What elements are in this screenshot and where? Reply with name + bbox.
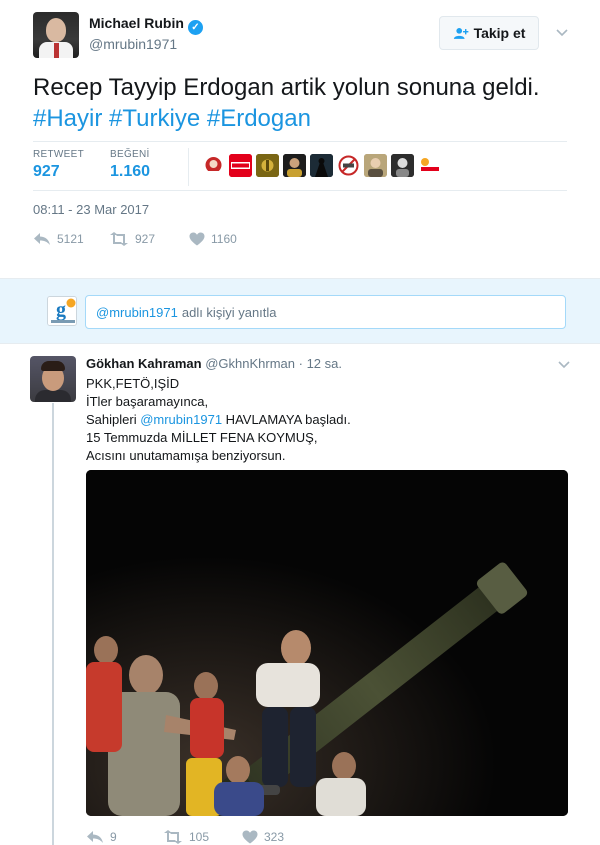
liker-avatar[interactable] <box>391 154 414 177</box>
divider <box>188 148 189 186</box>
reply-line: PKK,FETÖ,IŞİD <box>86 376 180 391</box>
like-stat-label: BEĞENİ <box>110 149 150 160</box>
like-button[interactable]: 323 <box>242 830 284 844</box>
avatar[interactable] <box>30 356 76 402</box>
liker-avatar[interactable] <box>283 154 306 177</box>
chevron-down-icon[interactable] <box>556 26 568 38</box>
reply-actions: 9 105 323 <box>86 830 386 845</box>
liker-avatar[interactable] <box>418 154 441 177</box>
reply-author-name[interactable]: Gökhan Kahraman <box>86 356 202 371</box>
retweet-stat-value: 927 <box>33 163 60 180</box>
liker-avatar[interactable] <box>337 154 360 177</box>
reply-icon <box>34 233 50 245</box>
heart-icon <box>242 830 258 844</box>
svg-text:g: g <box>56 299 66 321</box>
liker-avatar[interactable] <box>202 154 225 177</box>
retweet-count: 927 <box>135 232 156 246</box>
liker-avatar[interactable] <box>256 154 279 177</box>
author-name-row[interactable]: Michael Rubin ✓ <box>89 15 203 35</box>
tweet-stats: RETWEET 927 BEĞENİ 1.160 <box>33 141 567 191</box>
follow-button[interactable]: Takip et <box>439 16 539 50</box>
retweet-button[interactable]: 105 <box>163 830 209 844</box>
reply-line: 15 Temmuzda MİLLET FENA KOYMUŞ, <box>86 430 318 445</box>
liker-avatar[interactable] <box>310 154 333 177</box>
like-button[interactable]: 1160 <box>189 232 237 246</box>
reply-button[interactable]: 9 <box>86 830 117 844</box>
reply-compose-bar: g @mrubin1971 adlı kişiyi yanıtla <box>0 278 600 344</box>
reply-text: PKK,FETÖ,IŞİD İTler başaramayınca, Sahip… <box>86 375 556 465</box>
attached-photo[interactable] <box>86 470 568 816</box>
hashtag-link[interactable]: #Erdogan <box>207 105 311 132</box>
reply-header: Gökhan Kahraman @GkhnKhrman · 12 sa. <box>86 356 342 371</box>
reply-time[interactable]: · 12 sa. <box>299 356 342 371</box>
follow-button-label: Takip et <box>473 25 526 41</box>
reply-line: İTler başaramayınca, <box>86 394 209 409</box>
reply-line-part: HAVLAMAYA başladı. <box>222 412 351 427</box>
hashtags: #Hayir #Turkiye #Erdogan <box>33 103 573 134</box>
like-count: 1160 <box>211 232 237 246</box>
like-stat-value: 1.160 <box>110 163 151 180</box>
retweet-icon <box>110 232 128 246</box>
retweet-button[interactable]: 927 <box>109 232 155 246</box>
reply-icon <box>87 831 103 843</box>
thread-line <box>52 403 54 845</box>
hashtag-link[interactable]: #Hayir <box>33 105 102 132</box>
tweet-timestamp[interactable]: 08:11 - 23 Mar 2017 <box>33 202 149 217</box>
mention-link[interactable]: @mrubin1971 <box>140 412 222 427</box>
liker-avatar[interactable] <box>229 154 252 177</box>
author-handle[interactable]: @mrubin1971 <box>89 36 177 52</box>
reply-mention: @mrubin1971 <box>96 304 178 320</box>
liker-avatars <box>202 154 441 177</box>
tweet-text: Recep Tayyip Erdogan artik yolun sonuna … <box>33 72 573 134</box>
reply-input[interactable]: @mrubin1971 adlı kişiyi yanıtla <box>85 295 566 329</box>
avatar[interactable] <box>33 12 79 58</box>
reply-line-mention: Sahipleri @mrubin1971 HAVLAMAYA başladı. <box>86 411 556 429</box>
current-user-avatar[interactable]: g <box>47 296 77 326</box>
reply-placeholder: adlı kişiyi yanıtla <box>181 304 277 320</box>
tweet-body: Recep Tayyip Erdogan artik yolun sonuna … <box>33 74 540 101</box>
author-name[interactable]: Michael Rubin <box>89 15 184 31</box>
retweet-icon <box>164 830 182 844</box>
hashtag-link[interactable]: #Turkiye <box>109 105 200 132</box>
main-tweet: Michael Rubin ✓ @mrubin1971 Takip et Rece… <box>0 0 600 278</box>
reply-line: Acısını unutamamışa benziyorsun. <box>86 448 286 463</box>
chevron-down-icon[interactable] <box>558 358 570 372</box>
tweet-actions: 5121 927 1160 <box>33 232 333 250</box>
reply-author-handle[interactable]: @GkhnKhrman <box>205 356 295 371</box>
retweet-stat-label: RETWEET <box>33 149 84 160</box>
reply-count: 9 <box>110 830 117 844</box>
reply-button[interactable]: 5121 <box>33 232 84 246</box>
reply-tweet: Gökhan Kahraman @GkhnKhrman · 12 sa. PKK… <box>0 344 600 845</box>
verified-icon: ✓ <box>187 20 203 35</box>
reply-count: 5121 <box>57 232 84 246</box>
reply-line-part: Sahipleri <box>86 412 141 427</box>
liker-avatar[interactable] <box>364 154 387 177</box>
follow-person-icon <box>453 27 468 39</box>
like-count: 323 <box>264 830 285 844</box>
like-stat[interactable]: BEĞENİ 1.160 <box>110 149 150 181</box>
heart-icon <box>189 232 205 246</box>
retweet-count: 105 <box>189 830 210 844</box>
retweet-stat[interactable]: RETWEET 927 <box>33 149 84 181</box>
